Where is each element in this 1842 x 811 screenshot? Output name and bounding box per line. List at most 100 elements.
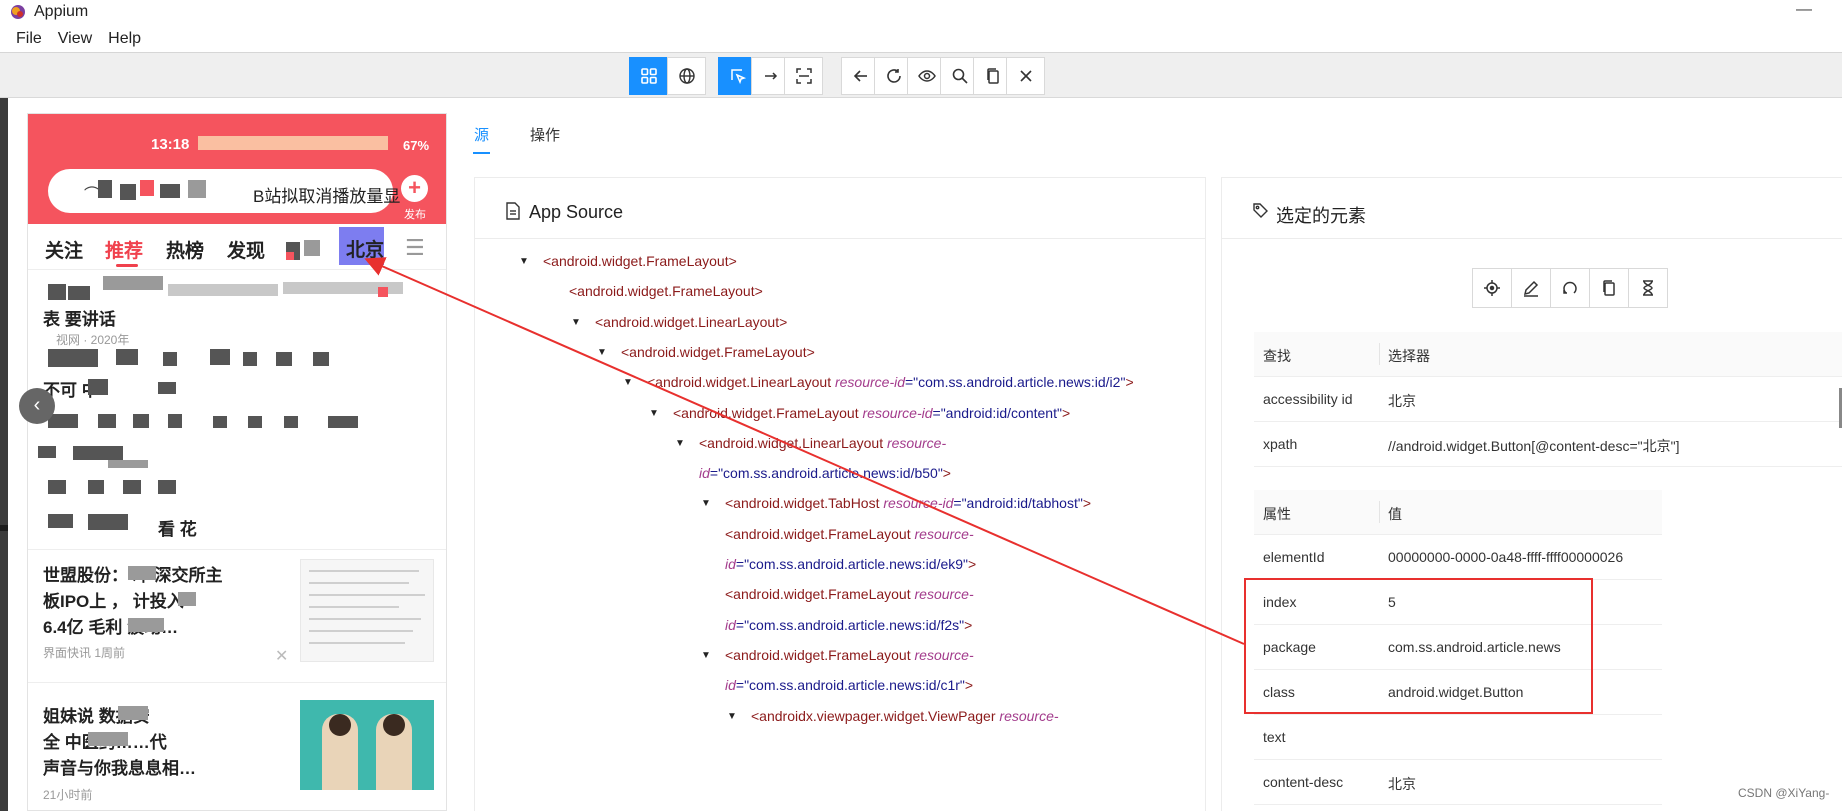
native-mode-button[interactable] (629, 57, 668, 95)
selector-value[interactable]: //android.widget.Button[@content-desc="北… (1388, 436, 1679, 456)
tab-actions[interactable]: 操作 (530, 124, 560, 145)
collapse-screenshot-icon[interactable]: ‹ (19, 388, 55, 424)
tree-node[interactable]: <android.widget.FrameLayout resource- (725, 586, 974, 602)
selector-header-selector: 选择器 (1388, 348, 1430, 364)
tree-expand-icon[interactable]: ▼ (519, 256, 529, 267)
grid-icon (640, 68, 657, 84)
tree-expand-icon[interactable]: ▼ (701, 650, 711, 661)
feed-item-meta: 视网 · 2020年 (56, 333, 130, 347)
close-icon (1019, 70, 1032, 82)
clear-element-button[interactable] (1550, 268, 1590, 308)
pixel-block (178, 592, 196, 606)
tree-expand-icon[interactable]: ▼ (571, 317, 581, 328)
pixel-block (48, 414, 78, 428)
tree-node[interactable]: <android.widget.FrameLayout> (621, 344, 815, 360)
feed-item-title[interactable]: 看 花 (158, 515, 197, 540)
tree-node[interactable]: <android.widget.FrameLayout> (543, 253, 737, 269)
pixel-block (328, 416, 358, 428)
tree-node-tag: <android.widget.FrameLayout (725, 586, 915, 603)
element-actions (1472, 268, 1668, 308)
tree-node-attr: id (725, 616, 736, 633)
tree-node-tag-close: > (942, 465, 951, 482)
appium-logo-icon (11, 5, 25, 19)
tree-expand-icon[interactable]: ▼ (623, 377, 633, 388)
copy-attributes-button[interactable] (1589, 268, 1629, 308)
feed-item-meta: 界面快讯 1周前 (43, 646, 126, 660)
tree-expand-icon[interactable]: ▼ (649, 408, 659, 419)
attribute-value: 北京 (1388, 776, 1416, 792)
timing-button[interactable] (1628, 268, 1668, 308)
tree-node-tag: <android.widget.LinearLayout (647, 374, 835, 391)
tree-node-tag-close: > (1125, 374, 1134, 391)
tree-node[interactable]: id="com.ss.android.article.news:id/ek9"> (725, 556, 976, 572)
web-mode-button[interactable] (667, 57, 706, 95)
tree-node[interactable]: <android.widget.FrameLayout resource- (725, 647, 974, 663)
app-source-title: App Source (529, 202, 624, 222)
attr-header-value: 值 (1388, 506, 1402, 522)
tree-node-value: ="android:id/content" (932, 404, 1062, 421)
phone-tab-discover[interactable]: 发现 (227, 236, 265, 263)
feed-item-title[interactable]: 表 要讲话 (43, 305, 116, 330)
menu-help[interactable]: Help (100, 26, 149, 50)
tree-node[interactable]: <android.widget.FrameLayout> (569, 283, 763, 299)
menu-bar: File View Help (0, 26, 149, 50)
send-keys-button[interactable] (1511, 268, 1551, 308)
tree-node-tag: <android.widget.FrameLayout> (621, 343, 815, 360)
tree-node-tag: <android.widget.FrameLayout> (569, 283, 763, 300)
tree-node-attr: id (725, 677, 736, 694)
tree-expand-icon[interactable]: ▼ (727, 711, 737, 722)
tree-node[interactable]: <android.widget.LinearLayout resource-id… (647, 374, 1134, 390)
phone-tab-follow[interactable]: 关注 (45, 236, 83, 263)
tap-element-button[interactable] (1472, 268, 1512, 308)
pixel-block (68, 286, 90, 300)
tree-expand-icon[interactable]: ▼ (701, 498, 711, 509)
tree-node[interactable]: id="com.ss.android.article.news:id/b50"> (699, 465, 951, 481)
phone-tab-hot[interactable]: 热榜 (166, 236, 204, 263)
tree-node-attr: id (699, 465, 710, 482)
annotation-highlight-box (1244, 578, 1593, 714)
tree-node-value: ="com.ss.android.article.news:id/i2" (905, 374, 1126, 391)
tree-node-tag: <android.widget.LinearLayout> (595, 313, 788, 330)
menu-file[interactable]: File (0, 26, 50, 50)
pixel-block (38, 446, 56, 458)
selector-value[interactable]: 北京 (1388, 391, 1416, 411)
back-icon (853, 70, 867, 82)
tree-node[interactable]: <android.widget.FrameLayout resource- (725, 526, 974, 542)
phone-tab-beijing-highlighted[interactable]: 北京 (339, 227, 384, 265)
tree-node[interactable]: id="com.ss.android.article.news:id/f2s"> (725, 617, 972, 633)
device-screenshot[interactable]: 13:18 67% ⌒ B站拟取消播放量显 + 发布 关注 推荐 热榜 发现 北… (27, 113, 447, 811)
tree-node-value: ="com.ss.android.article.news:id/ek9" (735, 556, 969, 572)
tree-node[interactable]: <android.widget.LinearLayout resource- (699, 435, 946, 451)
tree-node[interactable]: <androidx.viewpager.widget.ViewPager res… (751, 708, 1059, 724)
watermark: CSDN @XiYang- (1738, 786, 1830, 800)
pixel-block (118, 706, 148, 720)
minimize-button[interactable]: — (1796, 1, 1812, 19)
tap-coordinates-button[interactable] (784, 57, 823, 95)
pixel-block (163, 352, 177, 366)
tree-node-attr: resource-id (883, 495, 954, 512)
pixel-block (276, 352, 292, 366)
feed-item-title-line[interactable]: 板IPO上 ， 计投入 (43, 587, 184, 612)
quit-session-button[interactable] (1006, 57, 1045, 95)
publish-plus-icon[interactable]: + (401, 175, 428, 202)
feed-item-title-line[interactable]: 声音与你我息息相… (43, 754, 196, 779)
selector-row[interactable]: accessibility id 北京 (1254, 377, 1842, 422)
tree-expand-icon[interactable]: ▼ (597, 347, 607, 358)
menu-view[interactable]: View (50, 26, 100, 50)
selector-row[interactable]: xpath //android.widget.Button[@content-d… (1254, 422, 1842, 467)
timer-icon (1643, 280, 1653, 296)
pixel-block (213, 416, 227, 428)
tree-node[interactable]: <android.widget.LinearLayout> (595, 314, 787, 330)
tree-node[interactable]: <android.widget.FrameLayout resource-id=… (673, 405, 1070, 421)
attr-header-name: 属性 (1263, 506, 1291, 522)
tree-node[interactable]: <android.widget.TabHost resource-id="and… (725, 495, 1091, 511)
tree-node-attr: id (725, 556, 736, 572)
tree-node[interactable]: id="com.ss.android.article.news:id/c1r"> (725, 677, 973, 693)
feed-item-meta: 21小时前 (43, 788, 93, 802)
dismiss-item-icon[interactable]: ✕ (275, 646, 288, 666)
copy-icon (986, 68, 999, 84)
channel-menu-icon[interactable]: ☰ (405, 235, 425, 261)
tree-expand-icon[interactable]: ▼ (675, 438, 685, 449)
phone-tab-recommend[interactable]: 推荐 (105, 236, 143, 263)
tab-source[interactable]: 源 (474, 124, 489, 145)
